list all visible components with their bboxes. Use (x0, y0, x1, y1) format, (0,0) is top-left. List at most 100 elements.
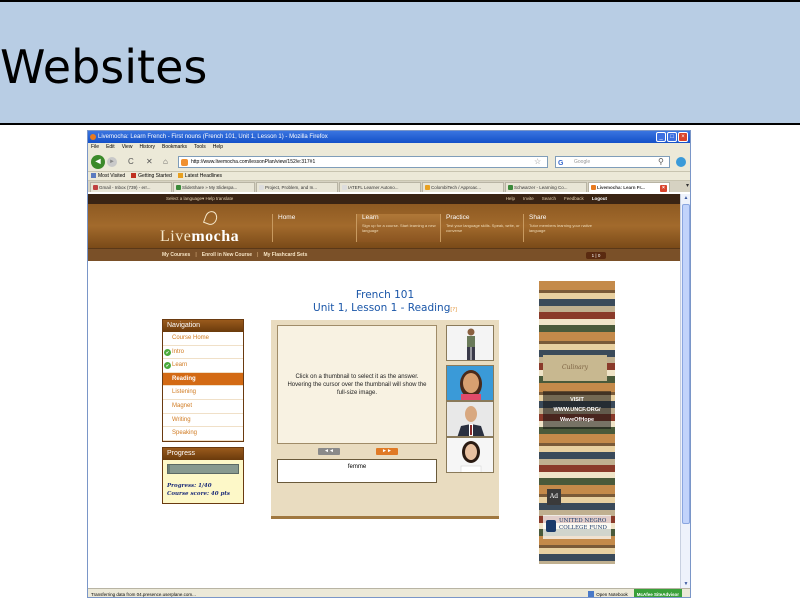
uncf-mark-icon (546, 520, 556, 532)
stop-icon[interactable]: ✕ (146, 157, 153, 167)
firefox-icon (90, 134, 96, 140)
nav-learn[interactable]: Learn Sign up for a course. Start learni… (356, 214, 440, 242)
advertisement-banner[interactable]: Culinary VISIT WWW.UNCF.ORG/ WaveOfHope … (539, 281, 615, 564)
menu-tools[interactable]: Tools (194, 143, 206, 152)
home-icon[interactable]: ⌂ (163, 157, 168, 167)
tab-label: Gmail - Inbox (739) - err... (99, 185, 151, 190)
bookmark-icon (131, 173, 137, 178)
tab-slideshare[interactable]: SlideShare » My Slidespa... (173, 182, 255, 192)
thumbnail-woman[interactable] (446, 437, 494, 473)
bookmark-label: Getting Started (138, 173, 172, 179)
bookmark-latest-headlines[interactable]: Latest Headlines (177, 172, 222, 180)
language-select-link[interactable]: Select a language▾ Help translate (166, 194, 233, 204)
help-link[interactable]: Help (506, 194, 515, 204)
search-input[interactable]: G Google (555, 156, 670, 168)
nav-home[interactable]: Home (272, 214, 295, 242)
tab-list-icon[interactable]: ▾ (686, 182, 689, 189)
bookmark-most-visited[interactable]: Most Visited (91, 172, 125, 180)
tab-schwarzer[interactable]: Schwarzer - Learning Co... (505, 182, 587, 192)
nav-learn-item[interactable]: Learn (163, 359, 243, 373)
menu-edit[interactable]: Edit (106, 143, 115, 152)
reading-exercise: Click on a thumbnail to select it as the… (271, 320, 499, 519)
page-icon (425, 185, 430, 190)
ad-logo: Culinary (543, 355, 607, 381)
nav-listening[interactable]: Listening (163, 386, 243, 400)
nav-magnet[interactable]: Magnet (163, 400, 243, 414)
nav-course-home[interactable]: Course Home (163, 332, 243, 346)
forward-arrow-icon[interactable]: ► (107, 157, 117, 167)
livemocha-logo[interactable]: Livemocha (160, 228, 239, 246)
thumbnail-girl[interactable] (446, 365, 494, 401)
my-courses-link[interactable]: My Courses (162, 249, 190, 262)
progress-fill (168, 465, 170, 473)
bookmark-label: Most Visited (98, 173, 126, 179)
nav-label: Share (529, 214, 547, 221)
nav-speaking[interactable]: Speaking (163, 427, 243, 441)
tab-close-icon[interactable]: × (660, 185, 667, 192)
page-icon (259, 185, 264, 190)
maximize-icon[interactable]: □ (667, 132, 677, 142)
slide-title: Websites (0, 40, 208, 94)
user-badge[interactable]: 1 | 0 (586, 252, 606, 259)
nav-label: Practice (446, 214, 470, 221)
search-link[interactable]: Search (542, 194, 556, 204)
nav-writing[interactable]: Writing (163, 414, 243, 428)
rss-feed-icon (177, 173, 183, 178)
nav-intro[interactable]: Intro (163, 346, 243, 360)
notebook-label: Open Notebook (596, 592, 628, 597)
tab-iatefl[interactable]: IATEFL Learner Autono... (339, 182, 421, 192)
bookmark-star-icon[interactable]: ☆ (534, 157, 541, 166)
scroll-up-icon[interactable]: ▲ (682, 194, 690, 202)
nav-share[interactable]: Share Tutor members learning your native… (523, 214, 607, 242)
answer-word: femme (277, 459, 437, 483)
page-content: Select a language▾ Help translate Help I… (88, 194, 682, 588)
thumbnail-man-standing[interactable] (446, 325, 494, 361)
window-controls: _ □ × (656, 132, 688, 142)
nav-label: Home (278, 214, 296, 221)
open-notebook-button[interactable]: Open Notebook (588, 589, 628, 597)
scrollbar-thumb[interactable] (682, 204, 690, 524)
addon-icon[interactable] (676, 157, 686, 167)
nav-practice[interactable]: Practice Test your language skills. Spea… (440, 214, 524, 242)
slideshare-icon (176, 185, 181, 190)
feedback-link[interactable]: Feedback (564, 194, 584, 204)
help-marker[interactable]: [?] (450, 307, 457, 313)
menu-file[interactable]: File (91, 143, 99, 152)
subnav-separator: | (195, 252, 197, 258)
close-icon[interactable]: × (678, 132, 688, 142)
nav-reading[interactable]: Reading (163, 372, 243, 387)
bookmarks-toolbar: Most Visited Getting Started Latest Head… (88, 172, 690, 181)
logout-link[interactable]: Logout (592, 194, 607, 204)
menu-bar: File Edit View History Bookmarks Tools H… (88, 143, 690, 152)
minimize-icon[interactable]: _ (656, 132, 666, 142)
notebook-icon (588, 591, 595, 597)
tab-livemocha[interactable]: Livemocha: Learn Fr... × (588, 182, 670, 192)
menu-help[interactable]: Help (213, 143, 223, 152)
previous-button[interactable]: ◄◄ (318, 448, 340, 455)
menu-history[interactable]: History (139, 143, 155, 152)
flashcard-sets-link[interactable]: My Flashcard Sets (263, 249, 307, 262)
tab-colombitech[interactable]: ColombiTech / Approac... (422, 182, 504, 192)
window-title: Livemocha: Learn French - First nouns (F… (98, 134, 328, 140)
nav-label: Learn (362, 214, 379, 221)
tab-label: IATEFL Learner Autono... (348, 185, 399, 190)
vertical-scrollbar[interactable]: ▲ ▼ (680, 194, 690, 588)
invite-link[interactable]: Invite (523, 194, 534, 204)
search-go-icon[interactable]: ⚲ (658, 157, 664, 166)
menu-view[interactable]: View (122, 143, 133, 152)
tab-project[interactable]: Project, Problem, and In... (256, 182, 338, 192)
livemocha-icon (591, 185, 596, 190)
tab-gmail[interactable]: Gmail - Inbox (739) - err... (90, 182, 172, 192)
mcafee-siteadvisor-badge[interactable]: McAfee SiteAdvisor (633, 589, 682, 597)
bookmark-getting-started[interactable]: Getting Started (131, 172, 172, 180)
livemocha-top-strip: Select a language▾ Help translate Help I… (88, 194, 682, 204)
url-bar[interactable]: http://www.livemocha.com/lessonPlan/view… (178, 156, 548, 168)
enroll-course-link[interactable]: Enroll in New Course (202, 249, 252, 262)
thumbnail-businessman[interactable] (446, 401, 494, 437)
menu-bookmarks[interactable]: Bookmarks (162, 143, 187, 152)
next-button[interactable]: ►► (376, 448, 398, 455)
reload-icon[interactable]: C (128, 157, 134, 167)
back-arrow-icon[interactable]: ◄ (91, 155, 105, 169)
browser-window: Livemocha: Learn French - First nouns (F… (87, 130, 691, 598)
scroll-down-icon[interactable]: ▼ (682, 580, 690, 588)
